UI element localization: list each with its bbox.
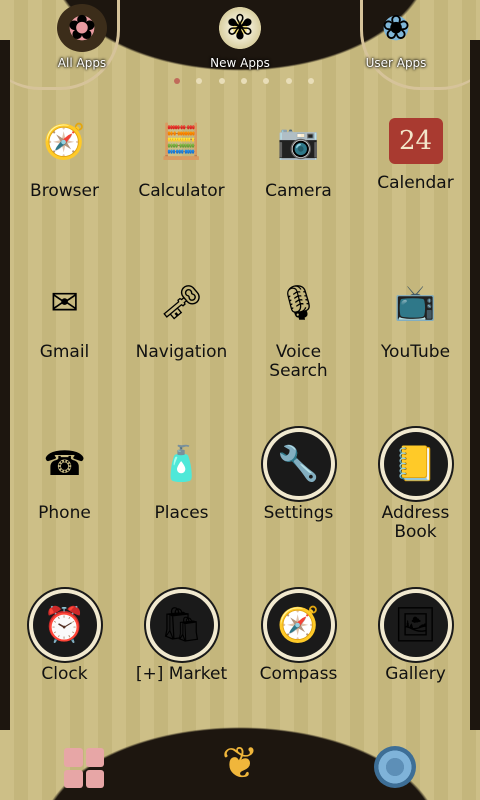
app-calendar[interactable]: 24 Calendar bbox=[357, 110, 474, 260]
app-label: Clock bbox=[41, 664, 88, 684]
tab-user-apps[interactable]: ❀ User Apps bbox=[341, 0, 451, 78]
app-label: Navigation bbox=[135, 342, 228, 362]
app-label: Address Book bbox=[381, 503, 450, 542]
app-navigation[interactable]: 🗝 Navigation bbox=[123, 271, 240, 421]
app-address-book[interactable]: 📒 Address Book bbox=[357, 432, 474, 582]
page-dot[interactable] bbox=[285, 78, 292, 84]
page-dot[interactable] bbox=[218, 78, 225, 84]
app-browser[interactable]: 🧭 Browser bbox=[6, 110, 123, 260]
tab-all-apps[interactable]: ✿ All Apps bbox=[27, 0, 137, 78]
app-phone[interactable]: ☎ Phone bbox=[6, 432, 123, 582]
app-label: Calculator bbox=[138, 181, 225, 201]
app-gmail[interactable]: ✉ Gmail bbox=[6, 271, 123, 421]
alarm-clock-icon: ⏰ bbox=[32, 593, 97, 657]
daisy-flower-icon: ✾ bbox=[215, 4, 265, 52]
app-voice-search[interactable]: 🎙 Voice Search bbox=[240, 271, 357, 421]
app-drawer-icon[interactable] bbox=[64, 748, 104, 788]
envelope-letter-icon: ✉ bbox=[50, 283, 79, 323]
page-dot[interactable] bbox=[307, 78, 314, 84]
app-label: Calendar bbox=[377, 173, 454, 193]
app-label: Gallery bbox=[385, 664, 446, 684]
app-label: Phone bbox=[38, 503, 91, 523]
retro-tv-icon: 📺 bbox=[394, 283, 437, 323]
vintage-microphone-icon: 🎙 bbox=[276, 283, 321, 323]
forget-me-not-icon: ❀ bbox=[371, 4, 421, 52]
app-label: Browser bbox=[30, 181, 99, 201]
app-label: Gmail bbox=[39, 342, 90, 362]
app-places[interactable]: 🧴 Places bbox=[123, 432, 240, 582]
contact-book-icon: 📒 bbox=[383, 432, 448, 496]
tab-label: User Apps bbox=[365, 56, 427, 70]
wrench-screwdriver-icon: 🔧 bbox=[266, 432, 331, 496]
globe-compass-icon: 🧭 bbox=[43, 122, 86, 162]
calendar-24-icon: 24 bbox=[388, 118, 443, 164]
app-label: Camera bbox=[265, 181, 332, 201]
app-label: [+] Market bbox=[135, 664, 228, 684]
page-dot[interactable] bbox=[240, 78, 247, 84]
gear-settings-icon[interactable] bbox=[374, 746, 416, 788]
butterfly-icon[interactable]: ❦ bbox=[210, 738, 270, 794]
app-label: Voice Search bbox=[269, 342, 328, 381]
app-youtube[interactable]: 📺 YouTube bbox=[357, 271, 474, 421]
dock: ❦ bbox=[0, 705, 480, 800]
page-dot[interactable] bbox=[263, 78, 270, 84]
app-label: YouTube bbox=[380, 342, 451, 362]
rose-flower-icon: ✿ bbox=[57, 4, 107, 52]
page-dot[interactable] bbox=[196, 78, 203, 84]
page-indicator bbox=[174, 78, 314, 88]
app-label: Compass bbox=[259, 664, 338, 684]
photo-gallery-icon: 🖼 bbox=[383, 593, 448, 657]
app-label: Places bbox=[154, 503, 209, 523]
app-label: Settings bbox=[263, 503, 334, 523]
compass-icon: 🧭 bbox=[266, 593, 331, 657]
tab-label: New Apps bbox=[210, 56, 270, 70]
vintage-camera-icon: 📷 bbox=[277, 122, 320, 162]
antique-telephone-icon: ☎ bbox=[43, 444, 86, 484]
top-tabs: ✿ All Apps ✾ New Apps ❀ User Apps bbox=[0, 0, 480, 80]
tab-new-apps[interactable]: ✾ New Apps bbox=[185, 0, 295, 78]
page-dot[interactable] bbox=[174, 78, 180, 84]
shopping-bag-icon: 🛍 bbox=[149, 593, 214, 657]
tab-label: All Apps bbox=[57, 56, 107, 70]
app-settings[interactable]: 🔧 Settings bbox=[240, 432, 357, 582]
calculator-blocks-icon: 🧮 bbox=[160, 122, 203, 162]
app-camera[interactable]: 📷 Camera bbox=[240, 110, 357, 260]
antique-key-icon: 🗝 bbox=[159, 283, 204, 323]
app-calculator[interactable]: 🧮 Calculator bbox=[123, 110, 240, 260]
perfume-bottle-icon: 🧴 bbox=[160, 444, 203, 484]
